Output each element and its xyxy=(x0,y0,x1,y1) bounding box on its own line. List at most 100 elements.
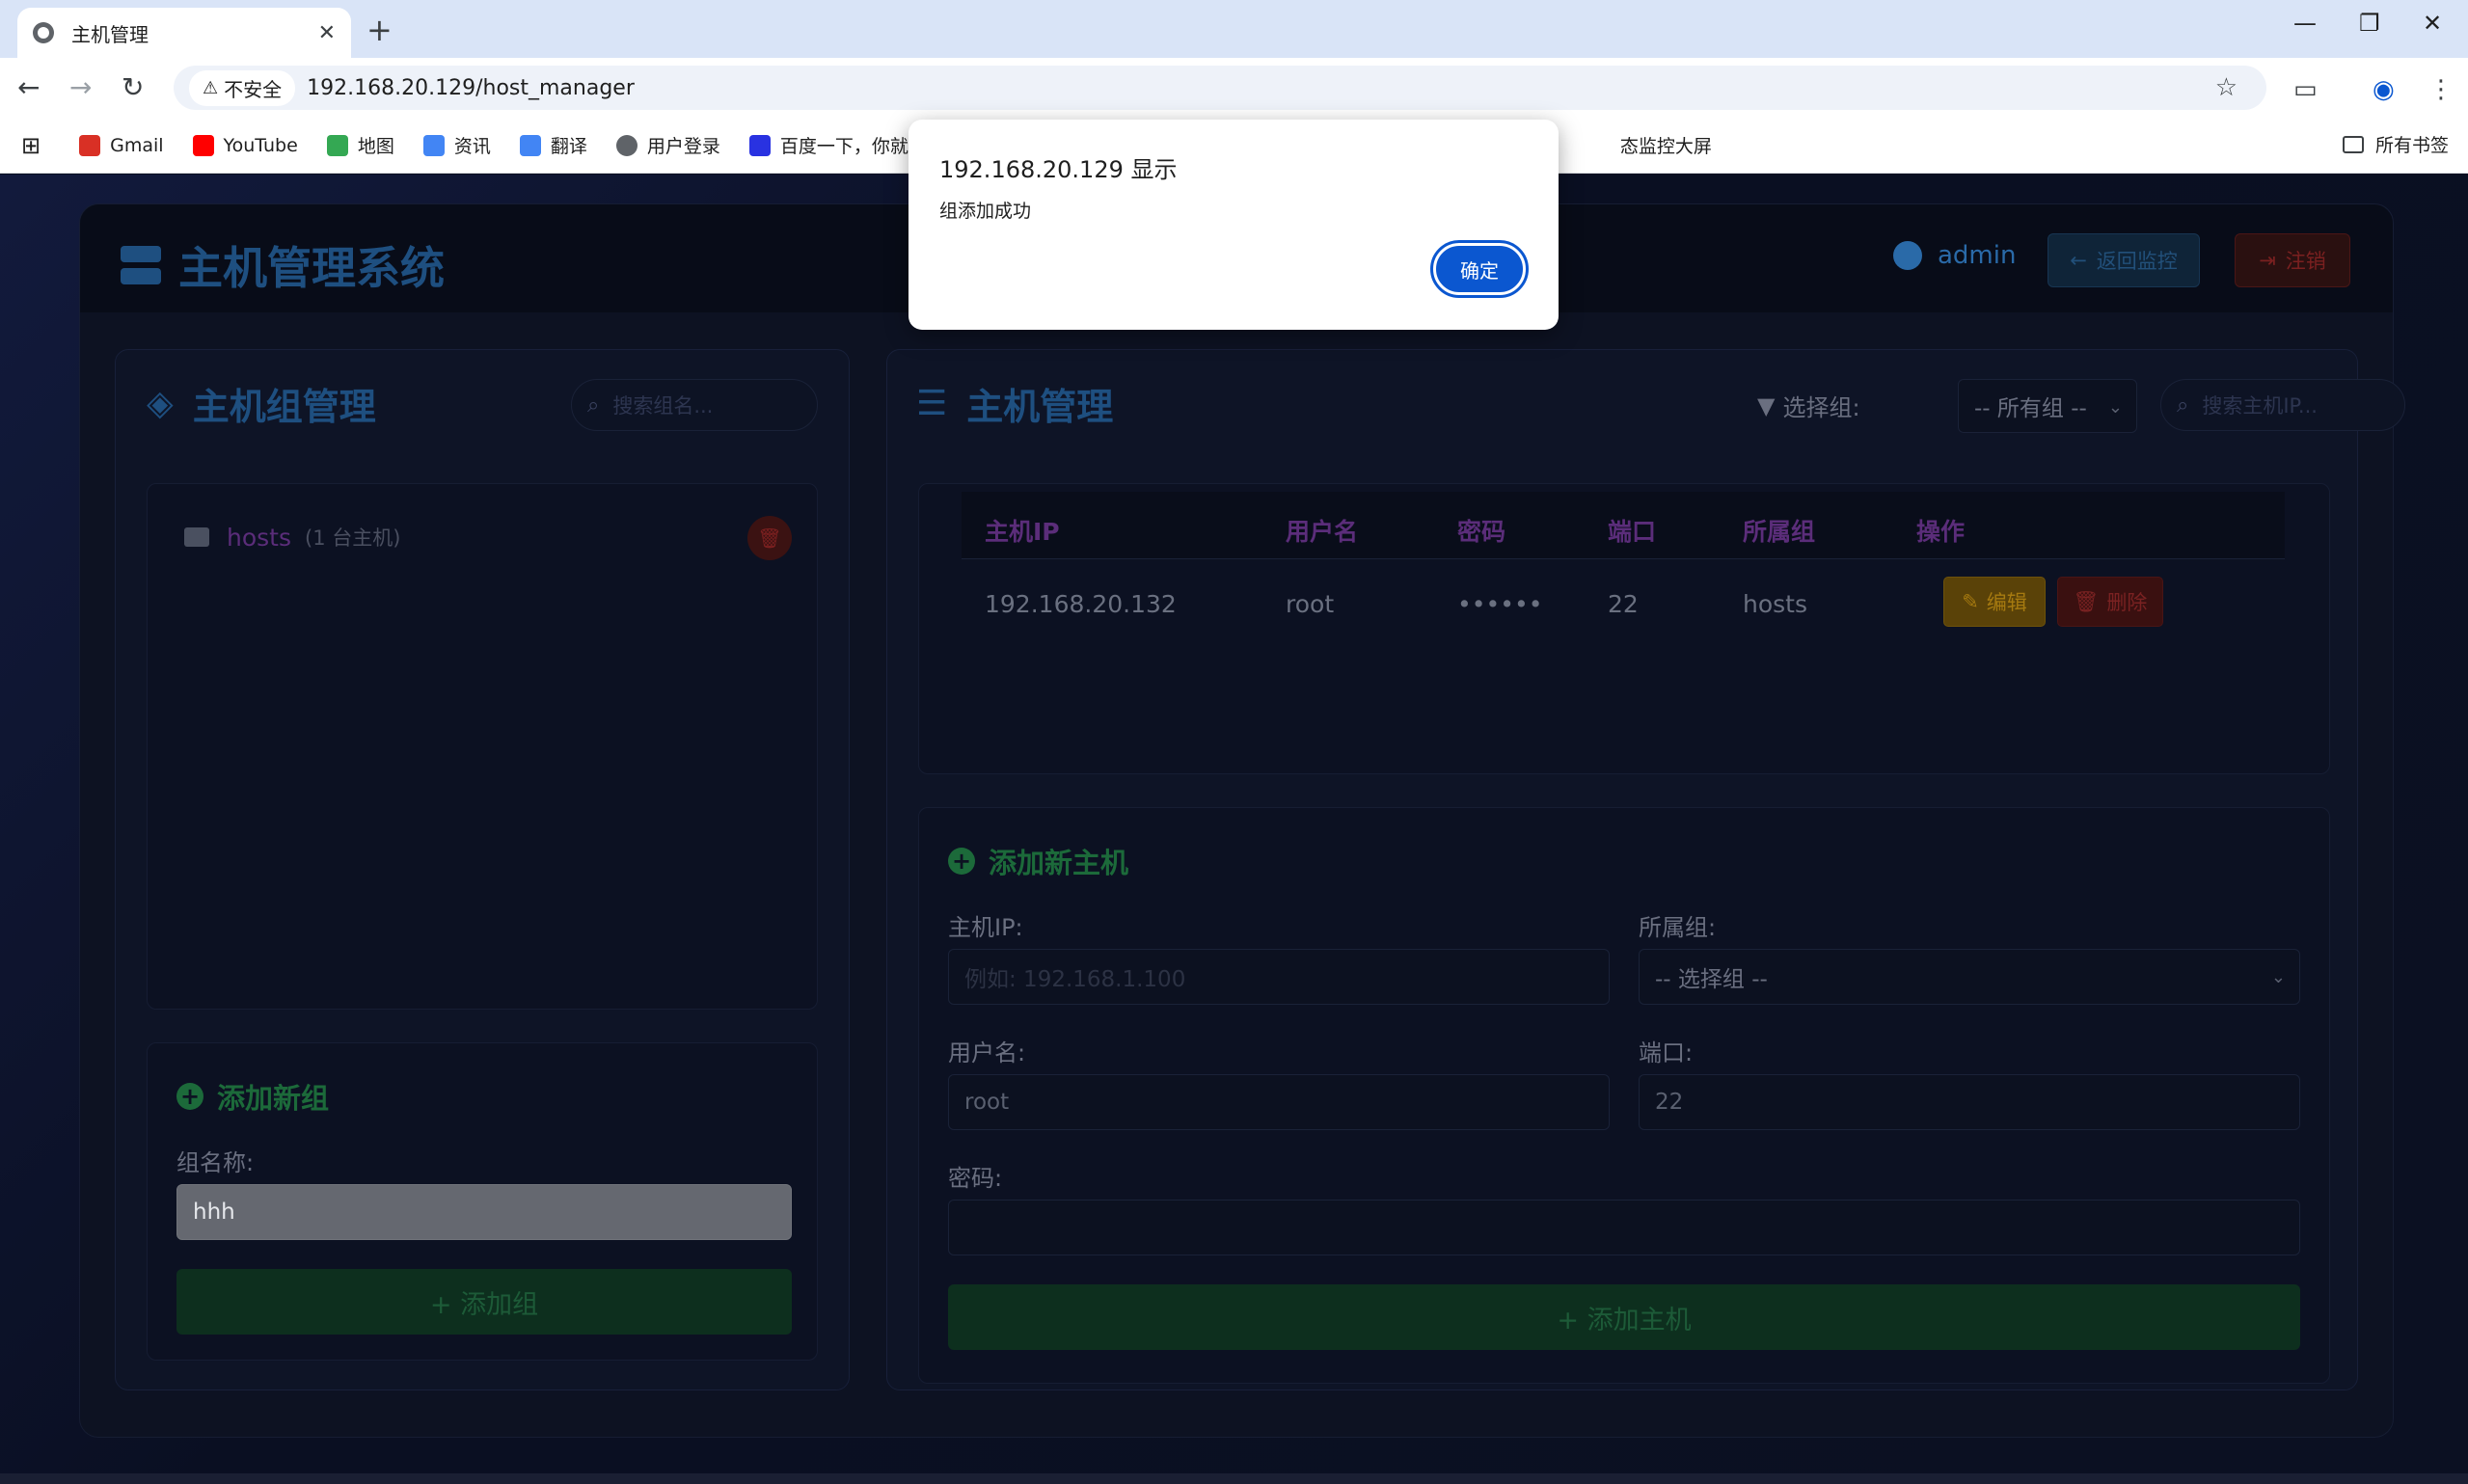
group-name-input[interactable]: hhh xyxy=(176,1184,792,1240)
host-group-label: 所属组: xyxy=(1639,914,1717,941)
reload-icon[interactable]: ↻ xyxy=(122,71,144,103)
bookmark-maps[interactable]: 地图 xyxy=(326,132,394,158)
page-background: 主机管理系统 admin ← 返回监控 ⇥ 注销 ◈ 主机组管理 ⌕ 搜索组名.… xyxy=(0,175,2468,1484)
column-header: 密码 xyxy=(1457,518,1506,546)
back-button-label: 返回监控 xyxy=(2096,250,2178,273)
app-container: 主机管理系统 admin ← 返回监控 ⇥ 注销 ◈ 主机组管理 ⌕ 搜索组名.… xyxy=(79,203,2405,1438)
group-filter-select[interactable]: -- 所有组 -- ⌄ xyxy=(1958,379,2137,433)
back-arrow-icon[interactable]: ← xyxy=(17,71,40,103)
list-check-icon: ☰ xyxy=(916,384,948,423)
bookmark-translate[interactable]: 翻译 xyxy=(519,132,587,158)
bookmark-label: 用户登录 xyxy=(646,136,720,157)
host-group-select[interactable]: -- 选择组 -- ⌄ xyxy=(1639,949,2300,1005)
tab-strip: 主机管理 ✕ + — ❐ ✕ xyxy=(0,0,2468,58)
new-tab-button[interactable]: + xyxy=(366,12,393,48)
group-search-input[interactable]: ⌕ 搜索组名... xyxy=(571,379,818,431)
logout-button[interactable]: ⇥ 注销 xyxy=(2235,233,2350,287)
globe-icon xyxy=(33,22,54,43)
group-search-placeholder: 搜索组名... xyxy=(612,394,714,418)
bookmark-news[interactable]: 资讯 xyxy=(422,132,491,158)
tab-close-icon[interactable]: ✕ xyxy=(318,21,336,45)
group-list: hosts (1 台主机) 🗑 xyxy=(147,483,818,1010)
delete-button-label: 删除 xyxy=(2106,591,2148,614)
sign-out-icon: ⇥ xyxy=(2259,249,2276,272)
group-item-hosts[interactable]: hosts (1 台主机) xyxy=(184,523,400,552)
url-text[interactable]: 192.168.20.129/host_manager xyxy=(307,76,635,100)
bookmark-label: 资讯 xyxy=(453,136,491,157)
bookmark-star-icon[interactable]: ☆ xyxy=(2215,73,2237,102)
news-icon xyxy=(422,134,445,156)
bookmark-gmail[interactable]: Gmail xyxy=(79,134,164,156)
add-host-button[interactable]: + 添加主机 xyxy=(948,1284,2300,1350)
host-password-label: 密码: xyxy=(948,1165,1003,1192)
alert-dialog: 192.168.20.129 显示 组添加成功 确定 xyxy=(909,120,1559,330)
host-search-placeholder: 搜索主机IP... xyxy=(2202,394,2318,418)
dialog-message: 组添加成功 xyxy=(939,201,1032,222)
group-name-value: hhh xyxy=(193,1200,235,1225)
bookmark-label: 地图 xyxy=(357,136,394,157)
host-ip-input[interactable]: 例如: 192.168.1.100 xyxy=(948,949,1610,1005)
edit-host-button[interactable]: ✎ 编辑 xyxy=(1943,577,2046,627)
filter-icon: ▼ xyxy=(1757,391,1776,419)
add-group-button[interactable]: + 添加组 xyxy=(176,1269,792,1335)
group-panel-title: ◈ 主机组管理 xyxy=(147,377,376,430)
dialog-title: 192.168.20.129 显示 xyxy=(939,156,1178,183)
bookmark-youtube[interactable]: YouTube xyxy=(192,134,298,156)
host-ip-placeholder: 例如: 192.168.1.100 xyxy=(964,967,1186,992)
host-port-label: 端口: xyxy=(1639,1039,1694,1066)
profile-icon[interactable]: ◉ xyxy=(2373,75,2395,104)
group-name: hosts xyxy=(227,523,291,552)
forward-arrow-icon[interactable]: → xyxy=(69,71,92,103)
bookmark-user-login[interactable]: 用户登录 xyxy=(615,132,720,158)
window-close-icon[interactable]: ✕ xyxy=(2423,10,2442,37)
globe-icon xyxy=(615,134,637,156)
youtube-icon xyxy=(192,134,214,156)
edit-button-label: 编辑 xyxy=(1986,591,2027,614)
security-chip[interactable]: ⚠ 不安全 xyxy=(189,69,296,106)
browser-toolbar: ← → ↻ ⚠ 不安全 192.168.20.129/host_manager … xyxy=(0,58,2468,118)
logout-button-label: 注销 xyxy=(2285,250,2326,273)
chevron-down-icon: ⌄ xyxy=(2107,397,2123,418)
all-bookmarks-button[interactable]: 所有书签 xyxy=(2342,131,2449,157)
host-port-input[interactable]: 22 xyxy=(1639,1074,2300,1130)
menu-dots-icon[interactable]: ⋮ xyxy=(2428,75,2454,104)
host-search-input[interactable]: ⌕ 搜索主机IP... xyxy=(2160,379,2405,431)
restore-icon[interactable]: ❐ xyxy=(2359,10,2380,37)
cell-username: root xyxy=(1286,590,1335,618)
column-header: 用户名 xyxy=(1286,518,1359,546)
bookmark-label: Gmail xyxy=(110,134,164,156)
delete-group-button[interactable]: 🗑 xyxy=(747,516,792,560)
host-username-label: 用户名: xyxy=(948,1039,1026,1066)
maps-icon xyxy=(326,134,348,156)
trash-icon: 🗑 xyxy=(757,526,782,550)
plus-circle-icon: + xyxy=(948,848,975,875)
back-to-monitor-button[interactable]: ← 返回监控 xyxy=(2048,233,2200,287)
bookmark-monitor-screen[interactable]: 态监控大屏 xyxy=(1620,132,1712,158)
user-circle-icon xyxy=(1893,241,1922,270)
apps-grid-icon[interactable]: ⊞ xyxy=(21,132,41,159)
host-username-input[interactable]: root xyxy=(948,1074,1610,1130)
minimize-icon[interactable]: — xyxy=(2293,10,2317,37)
cell-ip: 192.168.20.132 xyxy=(985,590,1177,618)
column-header: 主机IP xyxy=(985,518,1060,546)
folder-icon xyxy=(184,527,209,547)
add-host-title: + 添加新主机 xyxy=(948,841,1128,881)
host-table-header: 主机IP 用户名 密码 端口 所属组 操作 xyxy=(962,492,2285,559)
host-ip-label: 主机IP: xyxy=(948,914,1023,941)
column-header: 操作 xyxy=(1916,518,1966,546)
group-name-label: 组名称: xyxy=(176,1149,255,1176)
browser-tab[interactable]: 主机管理 ✕ xyxy=(17,8,351,58)
cast-icon[interactable]: ▭ xyxy=(2293,75,2318,104)
trash-icon: 🗑 xyxy=(2073,589,2100,613)
host-panel-title: ☰ 主机管理 xyxy=(916,377,1113,430)
column-header: 所属组 xyxy=(1743,518,1816,546)
group-panel-title-text: 主机组管理 xyxy=(192,386,376,428)
address-bar[interactable]: ⚠ 不安全 192.168.20.129/host_manager ☆ xyxy=(174,66,2266,110)
delete-host-button[interactable]: 🗑 删除 xyxy=(2057,577,2163,627)
folder-icon xyxy=(2342,135,2364,153)
all-bookmarks-label: 所有书签 xyxy=(2374,135,2449,156)
dialog-ok-button[interactable]: 确定 xyxy=(1430,240,1529,298)
cell-port: 22 xyxy=(1608,590,1639,618)
host-password-input[interactable] xyxy=(948,1200,2300,1255)
host-username-value: root xyxy=(964,1090,1010,1115)
